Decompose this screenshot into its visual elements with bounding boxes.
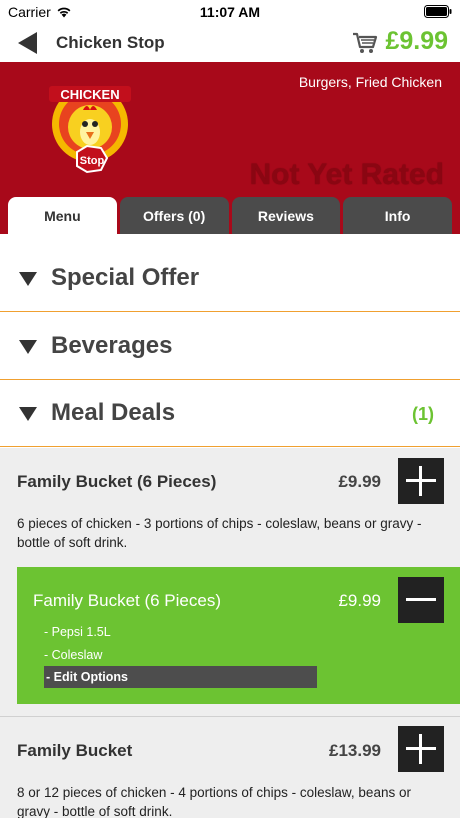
selected-item-name: Family Bucket (6 Pieces) (33, 591, 221, 610)
battery-icon (424, 5, 452, 18)
item-description: 6 pieces of chicken - 3 portions of chip… (17, 516, 422, 550)
selected-option: - Pepsi 1.5L (44, 625, 111, 639)
svg-text:Stop: Stop (80, 155, 105, 167)
tab-offers[interactable]: Offers (0) (119, 197, 229, 234)
cuisine-label: Burgers, Fried Chicken (298, 74, 442, 90)
collapse-triangle-icon (19, 340, 37, 354)
item-name: Family Bucket (6 Pieces) (17, 472, 217, 491)
section-beverages[interactable]: Beverages (0, 313, 460, 380)
item-price: £13.99 (329, 741, 381, 760)
selected-option: - Coleslaw (44, 648, 103, 662)
rating-label: Not Yet Rated (249, 158, 445, 191)
section-title: Special Offer (51, 264, 200, 291)
selected-item-card[interactable]: Family Bucket (6 Pieces) £9.99 - Pepsi 1… (17, 567, 460, 704)
status-bar: Carrier 11:07 AM (0, 0, 460, 24)
tab-reviews[interactable]: Reviews (231, 197, 341, 234)
tab-menu[interactable]: Menu (8, 197, 117, 234)
section-title: Meal Deals (51, 399, 176, 426)
tab-info[interactable]: Info (343, 197, 452, 234)
item-name: Family Bucket (17, 741, 133, 760)
edit-options-button[interactable]: - Edit Options (44, 666, 317, 688)
section-special-offer[interactable]: Special Offer (0, 245, 460, 312)
section-meal-deals[interactable]: Meal Deals (1) (0, 380, 460, 447)
item-description: 8 or 12 pieces of chicken - 4 portions o… (17, 785, 411, 818)
section-count: (1) (412, 404, 434, 424)
collapse-triangle-icon (19, 272, 37, 286)
add-item-button[interactable] (398, 458, 444, 504)
section-title: Beverages (51, 332, 173, 359)
svg-text:CHICKEN: CHICKEN (60, 87, 119, 102)
restaurant-banner: CHICKEN Stop Burgers, Fried Chicken Not … (0, 62, 460, 234)
cart-total[interactable]: £9.99 (385, 27, 448, 56)
page-title: Chicken Stop (56, 33, 165, 52)
add-item-button[interactable] (398, 726, 444, 772)
remove-item-button[interactable] (398, 577, 444, 623)
restaurant-logo: CHICKEN Stop (49, 86, 131, 174)
cart-icon[interactable] (352, 31, 378, 55)
minus-icon (406, 598, 436, 601)
selected-item-price: £9.99 (338, 591, 381, 610)
tab-bar: Menu Offers (0) Reviews Info (8, 197, 452, 234)
clock: 11:07 AM (199, 4, 261, 20)
back-arrow-icon[interactable] (17, 31, 39, 55)
divider (0, 716, 460, 717)
collapse-triangle-icon (19, 407, 37, 421)
nav-bar: Chicken Stop £9.99 (0, 24, 460, 62)
item-price: £9.99 (338, 472, 381, 491)
